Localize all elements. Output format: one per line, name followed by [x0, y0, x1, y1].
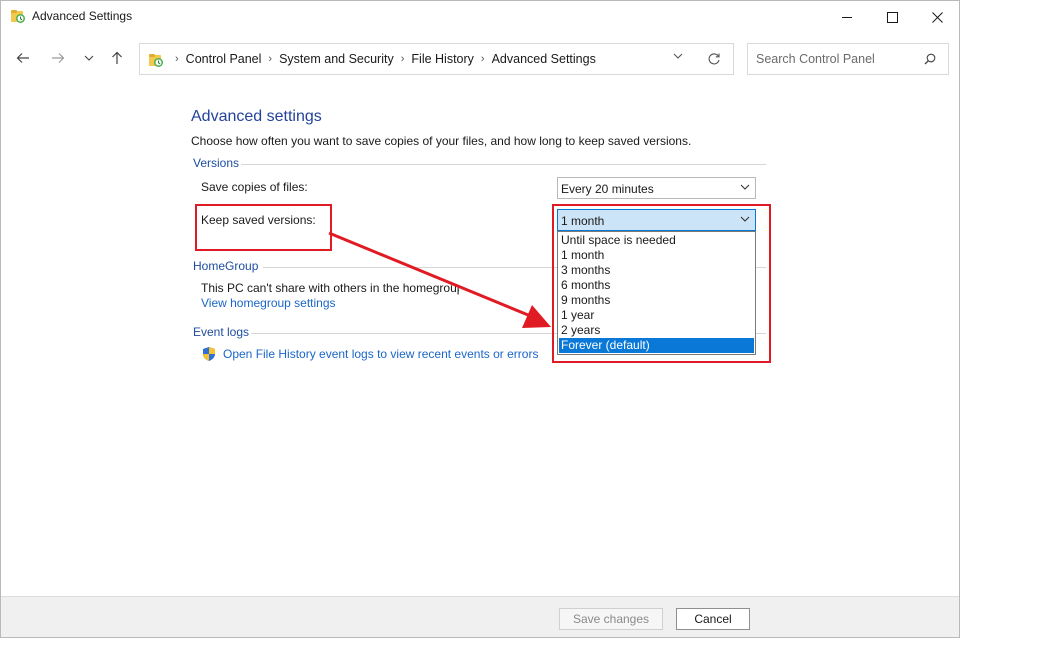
window: Advanced Settings › Control Panel › Syst… — [0, 0, 960, 638]
footer-bar: Save changes Cancel — [1, 596, 959, 637]
cancel-button[interactable]: Cancel — [676, 608, 750, 630]
annotation-arrow-icon — [328, 231, 551, 328]
save-changes-button[interactable]: Save changes — [559, 608, 663, 630]
